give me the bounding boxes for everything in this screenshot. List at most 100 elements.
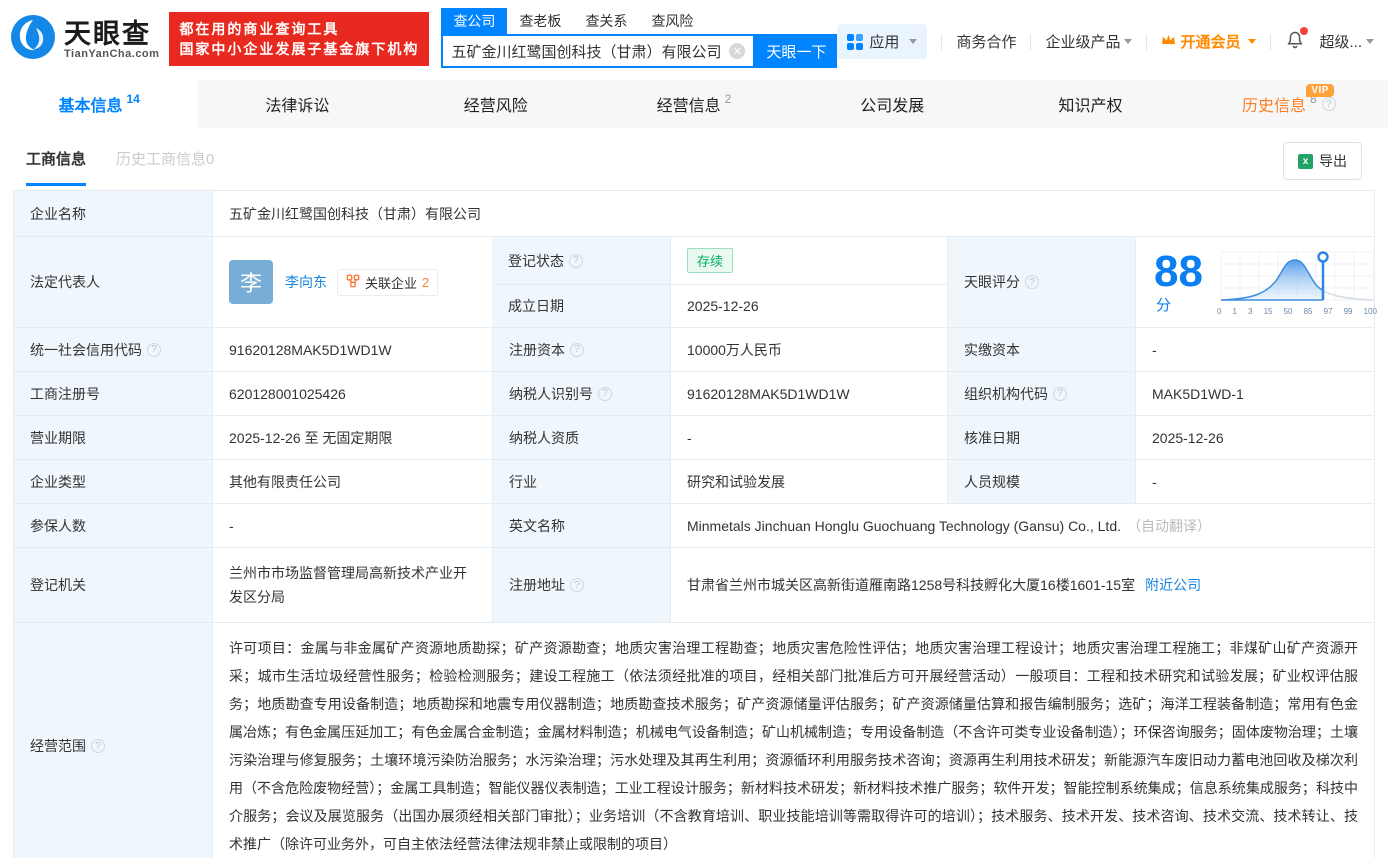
chevron-down-icon [1248,39,1257,44]
tab-company-development[interactable]: 公司发展 [793,80,991,128]
reg-number-value: 620128001025426 [212,372,492,415]
search-button[interactable]: 天眼一下 [755,34,838,68]
tab-intellectual-property[interactable]: 知识产权 [991,80,1189,128]
credit-code-label: 统一社会信用代码 ? [14,328,212,371]
tianyancha-logo-icon [10,14,56,65]
main-tabstrip: 基本信息 14 法律诉讼 经营风险 经营信息 2 公司发展 知识产权 VIP 历… [0,80,1388,128]
related-companies-badge[interactable]: 关联企业 2 [337,268,439,296]
apps-label: 应用 [869,34,900,51]
taxpayer-qualification-label: 纳税人资质 [492,416,670,459]
tab-legal[interactable]: 法律诉讼 [198,80,396,128]
table-row: 企业名称 五矿金川红鹭国创科技（甘肃）有限公司 [14,191,1374,236]
help-icon[interactable]: ? [147,342,161,357]
subtab-business-registration[interactable]: 工商信息 [26,148,87,186]
english-name-label: 英文名称 [492,504,670,547]
reg-authority-value: 兰州市市场监督管理局高新技术产业开发区分局 [212,548,492,622]
search-area: 查公司 查老板 查关系 查风险 ✕ 天眼一下 [441,8,838,68]
table-row: 经营范围 ? 许可项目：金属与非金属矿产资源地质勘探；矿产资源勘查；地质灾害治理… [14,622,1374,858]
logo-brand: 天眼查 [64,18,151,49]
company-type-value: 其他有限责任公司 [212,460,492,503]
nearby-companies-link[interactable]: 附近公司 [1145,575,1201,595]
tab-operating-risk[interactable]: 经营风险 [397,80,595,128]
approval-date-label: 核准日期 [947,416,1135,459]
status-badge: 存续 [687,248,734,273]
search-tab-risk[interactable]: 查风险 [639,8,705,34]
divider [1030,33,1032,50]
banner-line1: 都在用的商业查询工具 [179,21,340,37]
company-name-value: 五矿金川红鹭国创科技（甘肃）有限公司 [212,191,1374,236]
nav-super-vip[interactable]: 超级... [1319,31,1374,52]
score-value: 88分 0 1 3 15 50 85 97 99 100 [1135,237,1387,327]
promo-banner: 都在用的商业查询工具 国家中小企业发展子基金旗下机构 [169,12,430,66]
help-icon[interactable]: ? [1321,97,1336,111]
nav-cooperation[interactable]: 商务合作 [956,31,1016,52]
chevron-down-icon [1366,39,1374,44]
help-icon[interactable]: ? [1025,275,1039,289]
company-type-label: 企业类型 [14,460,212,503]
export-button[interactable]: x 导出 [1283,142,1362,180]
table-row: 参保人数 - 英文名称 Minmetals Jinchuan Honglu Gu… [14,503,1374,547]
reg-address-value: 甘肃省兰州市城关区高新街道雁南路1258号科技孵化大厦16楼1601-15室 附… [670,548,1374,622]
tab-history-info[interactable]: VIP 历史信息 8 ? [1190,80,1388,128]
related-company-icon [346,274,360,291]
taxpayer-id-value: 91620128MAK5D1WD1W [670,372,947,415]
reg-capital-value: 10000万人民币 [670,328,947,371]
reg-capital-label: 注册资本 ? [492,328,670,371]
tab-business-info[interactable]: 经营信息 2 [595,80,793,128]
paid-capital-label: 实缴资本 [947,328,1135,371]
taxpayer-qualification-value: - [670,416,947,459]
tab-basic-info[interactable]: 基本信息 14 [0,80,199,128]
help-icon[interactable]: ? [569,253,583,268]
excel-icon: x [1298,153,1313,169]
industry-value: 研究和试验发展 [670,460,947,503]
table-row: 法定代表人 李 李向东 关联企业 2 登记状态 ? 存续 成立日期 2025-1… [14,236,1377,327]
table-row: 统一社会信用代码 ? 91620128MAK5D1WD1W 注册资本 ? 100… [14,327,1374,371]
paid-capital-value: - [1135,328,1374,371]
search-input[interactable] [443,42,730,60]
apps-button[interactable]: 应用 [837,24,928,59]
search-tab-company[interactable]: 查公司 [441,8,508,34]
vip-badge: VIP [1306,84,1334,97]
top-nav: 应用 商务合作 企业级产品 开通会员 超级... [837,24,1374,59]
subtab-history-registration[interactable]: 历史工商信息0 [116,148,214,183]
business-term-label: 营业期限 [14,416,212,459]
search-tabs: 查公司 查老板 查关系 查风险 [441,8,837,34]
reg-authority-label: 登记机关 [14,548,212,622]
search-tab-relation[interactable]: 查关系 [573,8,639,34]
help-icon[interactable]: ? [570,578,584,592]
help-icon[interactable]: ? [91,739,105,753]
chevron-down-icon [909,39,918,44]
reg-number-label: 工商注册号 [14,372,212,415]
help-icon[interactable]: ? [570,342,584,357]
divider [941,33,943,50]
industry-label: 行业 [492,460,670,503]
approval-date-value: 2025-12-26 [1135,416,1374,459]
staff-size-value: - [1135,460,1374,503]
help-icon[interactable]: ? [1053,386,1067,401]
notification-bell-icon[interactable] [1285,26,1309,54]
legal-rep-label: 法定代表人 [14,237,212,327]
divider [1146,33,1148,50]
search-tab-boss[interactable]: 查老板 [507,8,573,34]
notification-dot [1300,26,1309,35]
table-row: 登记机关 兰州市市场监督管理局高新技术产业开发区分局 注册地址 ? 甘肃省兰州市… [14,547,1374,622]
score-number: 88 [1154,246,1203,296]
avatar[interactable]: 李 [229,260,273,304]
table-row: 企业类型 其他有限责任公司 行业 研究和试验发展 人员规模 - [14,459,1374,503]
help-icon[interactable]: ? [598,386,612,401]
english-name-value: Minmetals Jinchuan Honglu Guochuang Tech… [670,504,1374,547]
business-scope-value: 许可项目：金属与非金属矿产资源地质勘探；矿产资源勘查；地质灾害治理工程勘查；地质… [212,623,1374,858]
nav-enterprise-products[interactable]: 企业级产品 [1045,31,1133,52]
legal-rep-name-link[interactable]: 李向东 [285,274,327,290]
search-clear-icon[interactable]: ✕ [729,43,746,59]
establish-date-value: 2025-12-26 [670,285,947,327]
business-term-value: 2025-12-26 至 无固定期限 [212,416,492,459]
table-row: 工商注册号 620128001025426 纳税人识别号 ? 91620128M… [14,371,1374,415]
tianyancha-logo[interactable]: 天眼查 TianYanCha.com [10,14,159,65]
insured-count-value: - [212,504,492,547]
open-vip-button[interactable]: 开通会员 [1161,31,1257,52]
score-pin-icon [1317,251,1329,263]
establish-date-label: 成立日期 [492,285,670,327]
table-row: 营业期限 2025-12-26 至 无固定期限 纳税人资质 - 核准日期 202… [14,415,1374,459]
score-label: 天眼评分 ? [947,237,1135,327]
